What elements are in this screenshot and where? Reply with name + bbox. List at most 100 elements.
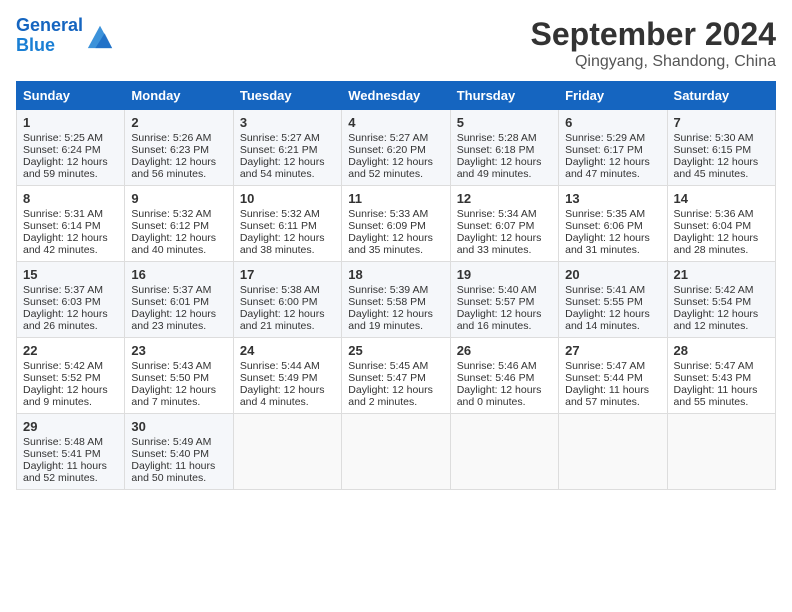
day-info-line: Daylight: 12 hours: [240, 156, 335, 168]
weekday-header-sunday: Sunday: [17, 82, 125, 110]
day-info-line: and 0 minutes.: [457, 396, 552, 408]
calendar-cell: 9Sunrise: 5:32 AMSunset: 6:12 PMDaylight…: [125, 186, 233, 262]
day-info-line: Daylight: 12 hours: [457, 156, 552, 168]
day-info-line: Sunrise: 5:36 AM: [674, 208, 769, 220]
day-info-line: Sunrise: 5:39 AM: [348, 284, 443, 296]
calendar-cell: 2Sunrise: 5:26 AMSunset: 6:23 PMDaylight…: [125, 110, 233, 186]
day-info-line: Daylight: 12 hours: [240, 308, 335, 320]
day-info-line: Daylight: 12 hours: [131, 156, 226, 168]
day-number: 18: [348, 267, 443, 282]
day-info-line: Sunset: 6:21 PM: [240, 144, 335, 156]
day-info-line: Sunrise: 5:43 AM: [131, 360, 226, 372]
day-number: 13: [565, 191, 660, 206]
calendar-cell: 18Sunrise: 5:39 AMSunset: 5:58 PMDayligh…: [342, 262, 450, 338]
day-info-line: Sunrise: 5:41 AM: [565, 284, 660, 296]
weekday-header-friday: Friday: [559, 82, 667, 110]
calendar-cell: 21Sunrise: 5:42 AMSunset: 5:54 PMDayligh…: [667, 262, 775, 338]
day-info-line: Daylight: 12 hours: [348, 156, 443, 168]
day-info-line: Sunrise: 5:35 AM: [565, 208, 660, 220]
calendar-cell: 24Sunrise: 5:44 AMSunset: 5:49 PMDayligh…: [233, 338, 341, 414]
day-info-line: and 16 minutes.: [457, 320, 552, 332]
day-info-line: and 33 minutes.: [457, 244, 552, 256]
day-info-line: Sunrise: 5:30 AM: [674, 132, 769, 144]
weekday-header-tuesday: Tuesday: [233, 82, 341, 110]
day-info-line: Sunrise: 5:46 AM: [457, 360, 552, 372]
calendar-cell: 27Sunrise: 5:47 AMSunset: 5:44 PMDayligh…: [559, 338, 667, 414]
day-info-line: and 21 minutes.: [240, 320, 335, 332]
day-info-line: and 31 minutes.: [565, 244, 660, 256]
day-info-line: Sunrise: 5:45 AM: [348, 360, 443, 372]
day-info-line: Daylight: 12 hours: [457, 232, 552, 244]
day-info-line: Sunset: 6:12 PM: [131, 220, 226, 232]
day-info-line: Sunrise: 5:48 AM: [23, 436, 118, 448]
location-subtitle: Qingyang, Shandong, China: [531, 53, 776, 71]
day-info-line: Sunset: 5:54 PM: [674, 296, 769, 308]
day-info-line: Sunrise: 5:37 AM: [23, 284, 118, 296]
day-number: 16: [131, 267, 226, 282]
weekday-header-monday: Monday: [125, 82, 233, 110]
day-info-line: Daylight: 12 hours: [457, 384, 552, 396]
day-info-line: Sunset: 6:11 PM: [240, 220, 335, 232]
day-info-line: and 57 minutes.: [565, 396, 660, 408]
day-info-line: and 56 minutes.: [131, 168, 226, 180]
day-info-line: and 40 minutes.: [131, 244, 226, 256]
day-info-line: Sunrise: 5:25 AM: [23, 132, 118, 144]
calendar-week-row: 15Sunrise: 5:37 AMSunset: 6:03 PMDayligh…: [17, 262, 776, 338]
calendar-cell: 20Sunrise: 5:41 AMSunset: 5:55 PMDayligh…: [559, 262, 667, 338]
day-info-line: Sunset: 6:24 PM: [23, 144, 118, 156]
day-info-line: Sunset: 5:43 PM: [674, 372, 769, 384]
calendar-cell: 26Sunrise: 5:46 AMSunset: 5:46 PMDayligh…: [450, 338, 558, 414]
calendar-cell: 16Sunrise: 5:37 AMSunset: 6:01 PMDayligh…: [125, 262, 233, 338]
day-info-line: Daylight: 12 hours: [565, 156, 660, 168]
day-info-line: Sunset: 5:55 PM: [565, 296, 660, 308]
day-info-line: and 4 minutes.: [240, 396, 335, 408]
calendar-cell: 3Sunrise: 5:27 AMSunset: 6:21 PMDaylight…: [233, 110, 341, 186]
day-info-line: Sunset: 6:07 PM: [457, 220, 552, 232]
day-number: 7: [674, 115, 769, 130]
day-info-line: Sunset: 5:58 PM: [348, 296, 443, 308]
day-number: 17: [240, 267, 335, 282]
day-info-line: Sunset: 5:40 PM: [131, 448, 226, 460]
day-info-line: and 2 minutes.: [348, 396, 443, 408]
day-info-line: Daylight: 12 hours: [348, 384, 443, 396]
calendar-cell: 22Sunrise: 5:42 AMSunset: 5:52 PMDayligh…: [17, 338, 125, 414]
day-number: 10: [240, 191, 335, 206]
calendar-cell: 17Sunrise: 5:38 AMSunset: 6:00 PMDayligh…: [233, 262, 341, 338]
day-number: 26: [457, 343, 552, 358]
day-info-line: Sunset: 6:23 PM: [131, 144, 226, 156]
day-number: 19: [457, 267, 552, 282]
day-info-line: Sunrise: 5:32 AM: [240, 208, 335, 220]
day-info-line: and 12 minutes.: [674, 320, 769, 332]
day-info-line: Daylight: 12 hours: [674, 156, 769, 168]
day-info-line: Sunrise: 5:27 AM: [348, 132, 443, 144]
day-info-line: Sunset: 6:04 PM: [674, 220, 769, 232]
day-info-line: Sunset: 5:50 PM: [131, 372, 226, 384]
day-info-line: Sunset: 6:03 PM: [23, 296, 118, 308]
day-info-line: and 47 minutes.: [565, 168, 660, 180]
day-info-line: and 50 minutes.: [131, 472, 226, 484]
calendar-cell: [667, 414, 775, 490]
calendar-cell: [233, 414, 341, 490]
day-info-line: and 52 minutes.: [23, 472, 118, 484]
day-info-line: and 38 minutes.: [240, 244, 335, 256]
day-info-line: Daylight: 12 hours: [565, 308, 660, 320]
day-info-line: and 49 minutes.: [457, 168, 552, 180]
day-info-line: and 59 minutes.: [23, 168, 118, 180]
day-info-line: Sunset: 6:09 PM: [348, 220, 443, 232]
day-info-line: Daylight: 11 hours: [674, 384, 769, 396]
day-info-line: Daylight: 12 hours: [23, 384, 118, 396]
day-info-line: and 14 minutes.: [565, 320, 660, 332]
calendar-week-row: 22Sunrise: 5:42 AMSunset: 5:52 PMDayligh…: [17, 338, 776, 414]
day-info-line: and 28 minutes.: [674, 244, 769, 256]
day-number: 9: [131, 191, 226, 206]
day-number: 5: [457, 115, 552, 130]
day-info-line: Daylight: 11 hours: [131, 460, 226, 472]
day-info-line: and 52 minutes.: [348, 168, 443, 180]
calendar-cell: 4Sunrise: 5:27 AMSunset: 6:20 PMDaylight…: [342, 110, 450, 186]
day-info-line: Sunrise: 5:33 AM: [348, 208, 443, 220]
title-block: September 2024 Qingyang, Shandong, China: [531, 16, 776, 71]
day-info-line: Daylight: 12 hours: [131, 308, 226, 320]
day-info-line: and 55 minutes.: [674, 396, 769, 408]
day-number: 6: [565, 115, 660, 130]
day-info-line: Daylight: 12 hours: [23, 308, 118, 320]
